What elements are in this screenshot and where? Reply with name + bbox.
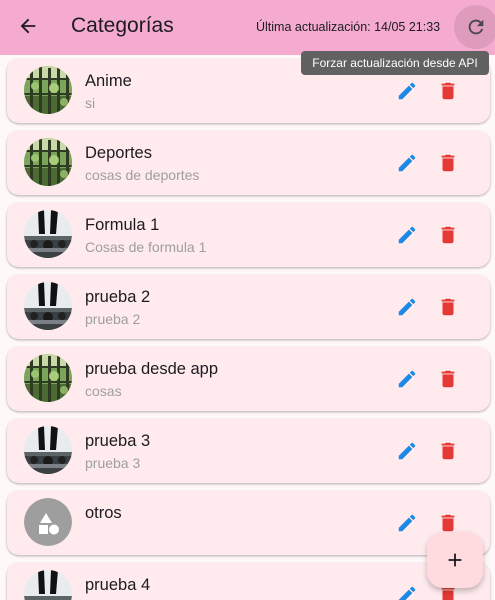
last-updated-text: Última actualización: 14/05 21:33 (256, 20, 441, 34)
edit-button[interactable] (393, 365, 421, 393)
category-image (24, 570, 72, 600)
category-description: prueba 3 (85, 455, 141, 471)
category-shapes-icon (24, 498, 72, 546)
category-image (24, 354, 72, 402)
delete-icon (437, 440, 459, 462)
refresh-tooltip: Forzar actualización desde API (301, 51, 489, 75)
delete-button[interactable] (434, 221, 462, 249)
category-name: otros (85, 504, 122, 522)
category-description: cosas (85, 383, 122, 399)
delete-icon (437, 368, 459, 390)
category-description: si (85, 95, 96, 111)
category-card[interactable]: Formula 1 Cosas de formula 1 (7, 203, 490, 267)
category-card[interactable]: prueba 2 prueba 2 (7, 275, 490, 339)
category-image (24, 426, 72, 474)
delete-icon (437, 80, 459, 102)
edit-button[interactable] (393, 509, 421, 537)
page-title: Categorías (71, 14, 174, 37)
edit-button[interactable] (393, 149, 421, 177)
edit-icon (396, 152, 418, 174)
edit-button[interactable] (393, 221, 421, 249)
add-category-button[interactable] (427, 532, 483, 588)
edit-icon (396, 440, 418, 462)
category-card[interactable]: Deportes cosas de deportes (7, 131, 490, 195)
delete-button[interactable] (434, 437, 462, 465)
category-card[interactable]: prueba desde app cosas (7, 347, 490, 411)
back-button[interactable] (12, 10, 44, 42)
edit-icon (396, 224, 418, 246)
category-name: Formula 1 (85, 216, 160, 234)
delete-icon (437, 152, 459, 174)
category-image (24, 498, 72, 546)
category-name: prueba 2 (85, 288, 151, 306)
app-bar: Categorías Última actualización: 14/05 2… (0, 0, 495, 55)
delete-button[interactable] (434, 149, 462, 177)
category-name: prueba 3 (85, 432, 151, 450)
category-description: Cosas de formula 1 (85, 239, 207, 255)
edit-button[interactable] (393, 437, 421, 465)
edit-button[interactable] (393, 77, 421, 105)
add-icon (448, 553, 462, 567)
category-description: prueba 2 (85, 311, 141, 327)
delete-button[interactable] (434, 77, 462, 105)
category-image (24, 66, 72, 114)
category-name: Anime (85, 72, 132, 90)
category-name: Deportes (85, 144, 152, 162)
delete-icon (437, 224, 459, 246)
edit-icon (396, 368, 418, 390)
category-list[interactable]: Anime si Deportes cosas de deportes Form… (0, 55, 495, 600)
edit-button[interactable] (393, 293, 421, 321)
edit-icon (396, 584, 418, 600)
category-description: cosas de deportes (85, 167, 200, 183)
edit-button[interactable] (393, 581, 421, 600)
category-image (24, 138, 72, 186)
delete-button[interactable] (434, 293, 462, 321)
delete-button[interactable] (434, 365, 462, 393)
category-card[interactable]: otros (7, 491, 490, 555)
category-card[interactable]: prueba 3 prueba 3 (7, 419, 490, 483)
category-card[interactable]: prueba 4 (7, 563, 490, 600)
delete-icon (437, 512, 459, 534)
category-image (24, 210, 72, 258)
edit-icon (396, 296, 418, 318)
category-name: prueba desde app (85, 360, 219, 378)
category-name: prueba 4 (85, 576, 151, 594)
edit-icon (396, 512, 418, 534)
category-image (24, 282, 72, 330)
refresh-button[interactable] (454, 5, 495, 49)
delete-icon (437, 296, 459, 318)
refresh-icon (468, 19, 484, 35)
edit-icon (396, 80, 418, 102)
arrow-back-icon (20, 18, 36, 34)
